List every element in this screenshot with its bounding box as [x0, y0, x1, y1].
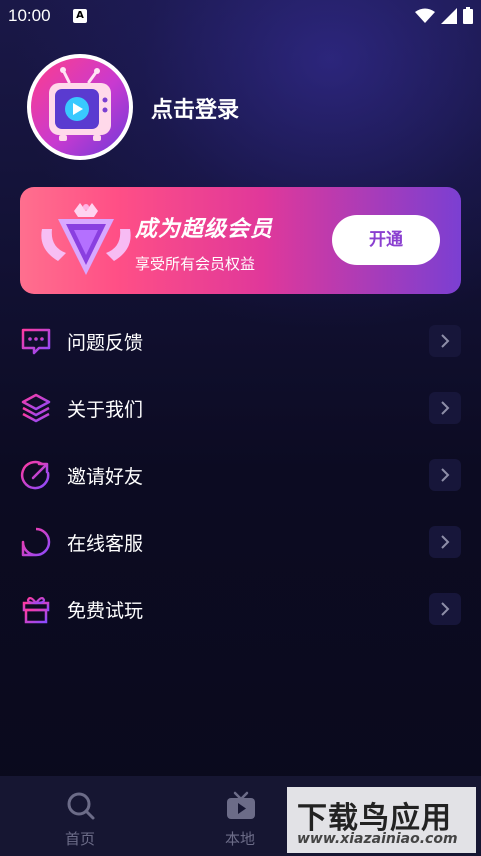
layers-icon [21, 393, 51, 423]
search-icon [67, 792, 95, 820]
menu-item-about[interactable]: 关于我们 [0, 375, 481, 441]
vip-subtitle: 享受所有会员权益 [135, 255, 256, 273]
menu-item-support[interactable]: 在线客服 [0, 509, 481, 575]
chat-icon [21, 527, 51, 557]
menu-item-invite[interactable]: 邀请好友 [0, 442, 481, 508]
menu-label-support: 在线客服 [67, 533, 144, 555]
vip-banner[interactable]: 成为超级会员 享受所有会员权益 开通 [20, 187, 461, 294]
wifi-icon [415, 8, 435, 23]
chevron-right-icon [429, 392, 461, 424]
tv-play-icon [227, 791, 255, 819]
status-time: 10:00 [8, 6, 51, 25]
watermark: 下载鸟应用 www.xiazainiao.com [287, 787, 476, 853]
vip-title: 成为超级会员 [135, 217, 274, 242]
tv-mascot-icon [49, 67, 111, 141]
watermark-url: www.xiazainiao.com [297, 831, 458, 847]
nav-tab-local[interactable]: 本地 [180, 776, 300, 856]
feedback-icon [21, 328, 51, 355]
signal-icon [441, 7, 457, 24]
login-button[interactable]: 点击登录 [151, 92, 239, 124]
open-vip-button[interactable]: 开通 [332, 215, 440, 265]
vip-badge-icon [41, 203, 131, 275]
chevron-right-icon [429, 459, 461, 491]
menu-item-free-trial[interactable]: 免费试玩 [0, 576, 481, 642]
menu-label-about: 关于我们 [67, 399, 144, 421]
avatar-image [31, 58, 129, 156]
chevron-right-icon [429, 325, 461, 357]
nav-tab-home[interactable]: 首页 [20, 776, 140, 856]
battery-icon [463, 7, 473, 24]
menu-item-feedback[interactable]: 问题反馈 [0, 308, 481, 374]
chevron-right-icon [429, 593, 461, 625]
status-icons [415, 7, 473, 24]
chevron-right-icon [429, 526, 461, 558]
nav-label-local: 本地 [224, 830, 255, 848]
menu-label-invite: 邀请好友 [67, 466, 144, 488]
status-bar: 10:00 A [0, 0, 481, 32]
menu-label-feedback: 问题反馈 [67, 332, 144, 354]
menu-label-free-trial: 免费试玩 [67, 600, 144, 622]
avatar[interactable] [27, 54, 133, 160]
gift-icon [22, 596, 50, 624]
nav-label-home: 首页 [64, 830, 95, 848]
notification-badge: A [73, 9, 87, 23]
share-icon [20, 460, 50, 490]
